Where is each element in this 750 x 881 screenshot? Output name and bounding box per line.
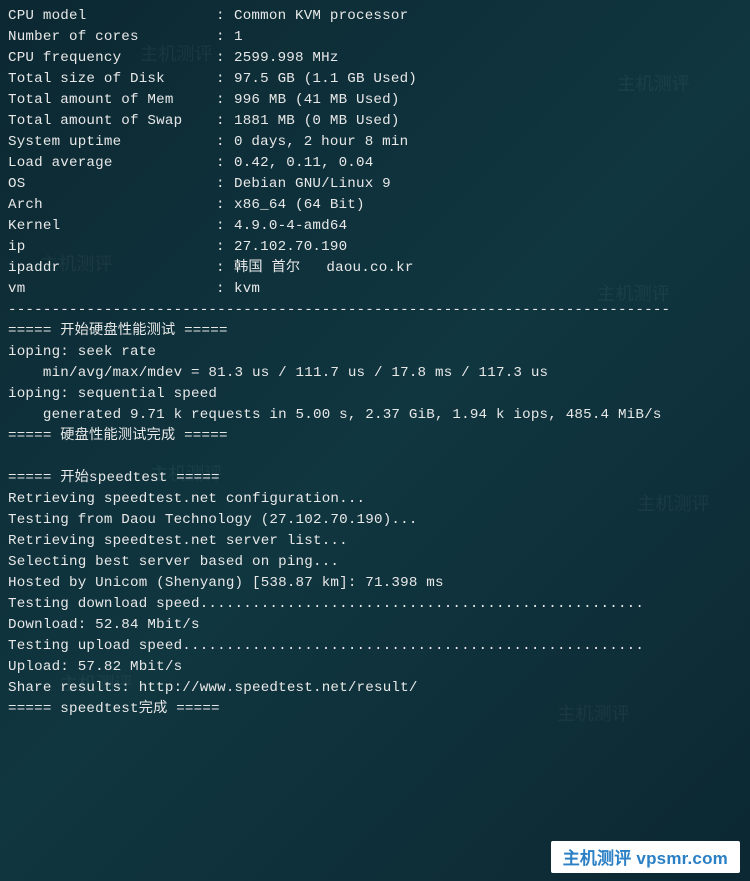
colon: : — [216, 48, 234, 69]
sysinfo-label: Total amount of Swap — [8, 111, 216, 132]
disk-test-line: min/avg/max/mdev = 81.3 us / 111.7 us / … — [8, 363, 742, 384]
sysinfo-value: 1881 MB (0 MB Used) — [234, 111, 400, 132]
sysinfo-row: CPU frequency: 2599.998 MHz — [8, 48, 742, 69]
speedtest-line: Testing upload speed....................… — [8, 636, 742, 657]
sysinfo-label: OS — [8, 174, 216, 195]
sysinfo-label: Kernel — [8, 216, 216, 237]
colon: : — [216, 27, 234, 48]
terminal-output: CPU model: Common KVM processor Number o… — [8, 6, 742, 720]
sysinfo-row: ipaddr: 韩国 首尔 daou.co.kr — [8, 258, 742, 279]
sysinfo-value: x86_64 (64 Bit) — [234, 195, 365, 216]
disk-test-header-start: ===== 开始硬盘性能测试 ===== — [8, 321, 742, 342]
sysinfo-value: 996 MB (41 MB Used) — [234, 90, 400, 111]
sysinfo-row: Number of cores: 1 — [8, 27, 742, 48]
sysinfo-value: 2599.998 MHz — [234, 48, 339, 69]
sysinfo-value: 1 — [234, 27, 243, 48]
colon: : — [216, 69, 234, 90]
disk-test-header-end: ===== 硬盘性能测试完成 ===== — [8, 426, 742, 447]
sysinfo-row: ip: 27.102.70.190 — [8, 237, 742, 258]
blank-line — [8, 447, 742, 468]
sysinfo-row: Kernel: 4.9.0-4-amd64 — [8, 216, 742, 237]
colon: : — [216, 90, 234, 111]
speedtest-header-end: ===== speedtest完成 ===== — [8, 699, 742, 720]
sysinfo-row: Total size of Disk: 97.5 GB (1.1 GB Used… — [8, 69, 742, 90]
speedtest-line: Testing download speed..................… — [8, 594, 742, 615]
sysinfo-label: ipaddr — [8, 258, 216, 279]
sysinfo-value: kvm — [234, 279, 260, 300]
colon: : — [216, 132, 234, 153]
speedtest-header-start: ===== 开始speedtest ===== — [8, 468, 742, 489]
sysinfo-label: Load average — [8, 153, 216, 174]
separator-line: ----------------------------------------… — [8, 300, 742, 321]
watermark-badge: 主机测评 vpsmr.com — [551, 841, 740, 873]
colon: : — [216, 174, 234, 195]
sysinfo-value: Debian GNU/Linux 9 — [234, 174, 391, 195]
sysinfo-value: 0 days, 2 hour 8 min — [234, 132, 408, 153]
sysinfo-label: System uptime — [8, 132, 216, 153]
sysinfo-label: ip — [8, 237, 216, 258]
sysinfo-value: 27.102.70.190 — [234, 237, 347, 258]
sysinfo-label: vm — [8, 279, 216, 300]
sysinfo-row: System uptime: 0 days, 2 hour 8 min — [8, 132, 742, 153]
sysinfo-label: Arch — [8, 195, 216, 216]
sysinfo-value: 0.42, 0.11, 0.04 — [234, 153, 373, 174]
sysinfo-row: Total amount of Swap: 1881 MB (0 MB Used… — [8, 111, 742, 132]
sysinfo-row: Arch: x86_64 (64 Bit) — [8, 195, 742, 216]
sysinfo-label: Total size of Disk — [8, 69, 216, 90]
speedtest-line: Hosted by Unicom (Shenyang) [538.87 km]:… — [8, 573, 742, 594]
sysinfo-row: CPU model: Common KVM processor — [8, 6, 742, 27]
colon: : — [216, 237, 234, 258]
speedtest-line: Retrieving speedtest.net configuration..… — [8, 489, 742, 510]
sysinfo-value: 韩国 首尔 daou.co.kr — [234, 258, 414, 279]
speedtest-line: Retrieving speedtest.net server list... — [8, 531, 742, 552]
disk-test-line: generated 9.71 k requests in 5.00 s, 2.3… — [8, 405, 742, 426]
sysinfo-label: Total amount of Mem — [8, 90, 216, 111]
colon: : — [216, 153, 234, 174]
colon: : — [216, 195, 234, 216]
sysinfo-value: Common KVM processor — [234, 6, 408, 27]
sysinfo-value: 4.9.0-4-amd64 — [234, 216, 347, 237]
colon: : — [216, 111, 234, 132]
sysinfo-value: 97.5 GB (1.1 GB Used) — [234, 69, 417, 90]
colon: : — [216, 216, 234, 237]
sysinfo-label: Number of cores — [8, 27, 216, 48]
speedtest-upload: Upload: 57.82 Mbit/s — [8, 657, 742, 678]
sysinfo-label: CPU frequency — [8, 48, 216, 69]
sysinfo-row: OS: Debian GNU/Linux 9 — [8, 174, 742, 195]
speedtest-line: Testing from Daou Technology (27.102.70.… — [8, 510, 742, 531]
colon: : — [216, 279, 234, 300]
sysinfo-label: CPU model — [8, 6, 216, 27]
colon: : — [216, 258, 234, 279]
disk-test-line: ioping: seek rate — [8, 342, 742, 363]
speedtest-download: Download: 52.84 Mbit/s — [8, 615, 742, 636]
sysinfo-row: Total amount of Mem: 996 MB (41 MB Used) — [8, 90, 742, 111]
speedtest-share-link: Share results: http://www.speedtest.net/… — [8, 678, 742, 699]
sysinfo-row: Load average: 0.42, 0.11, 0.04 — [8, 153, 742, 174]
sysinfo-row: vm: kvm — [8, 279, 742, 300]
colon: : — [216, 6, 234, 27]
disk-test-line: ioping: sequential speed — [8, 384, 742, 405]
speedtest-line: Selecting best server based on ping... — [8, 552, 742, 573]
